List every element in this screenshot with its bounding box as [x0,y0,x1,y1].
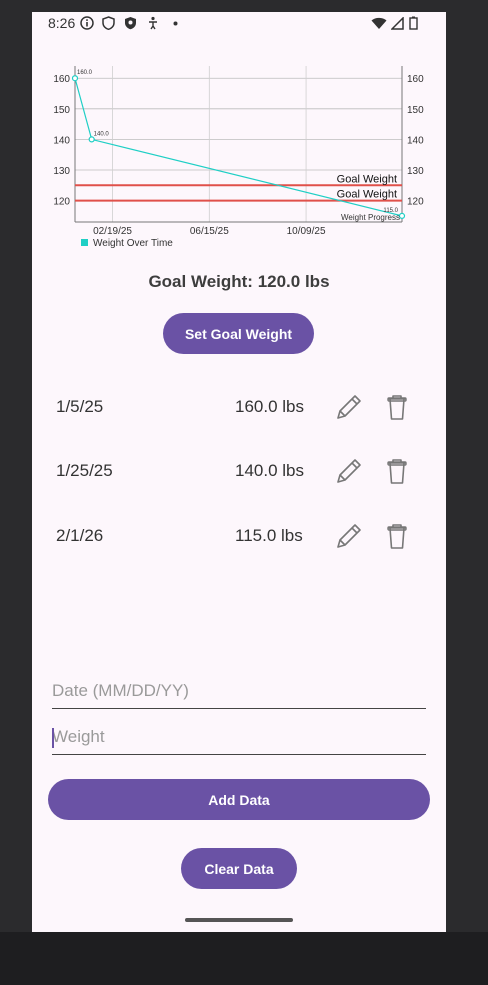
y-tick-label-right: 150 [407,105,424,116]
goal-line-label: Goal Weight [337,173,397,185]
entry-weight: 160.0 lbs [235,397,304,416]
data-label: 140.0 [94,131,110,137]
delete-icon[interactable] [384,391,410,423]
weight-input[interactable] [52,720,426,754]
battery-icon [409,16,418,30]
legend-label: Weight Over Time [93,238,173,249]
weight-field[interactable] [52,720,426,755]
dot-icon [173,21,178,26]
list-item: 1/5/25 160.0 lbs [32,387,446,427]
shield-icon [102,16,115,30]
entry-weight: 115.0 lbs [235,526,303,545]
entry-date: 1/5/25 [56,397,104,416]
signal-icon [390,16,404,30]
data-point [398,212,406,219]
delete-icon[interactable] [384,520,410,552]
clear-data-button[interactable]: Clear Data [181,848,297,889]
edit-icon[interactable] [333,391,365,423]
delete-icon[interactable] [384,455,410,487]
date-input[interactable] [52,674,426,708]
y-tick-label-left: 140 [53,135,70,146]
data-point [71,75,79,82]
edit-icon[interactable] [333,520,365,552]
y-tick-label-right: 140 [407,135,424,146]
status-time: 8:26 [48,15,76,31]
wifi-icon [371,17,387,29]
y-tick-label-left: 150 [53,105,70,116]
home-indicator[interactable] [185,918,293,922]
info-icon [80,16,94,30]
goal-weight-label: Goal Weight: 120.0 lbs [148,272,330,291]
system-background [0,932,488,985]
data-label: 160.0 [77,70,93,76]
text-cursor [52,728,54,748]
weight-chart-svg: 120 120 130 130 140 140 150 150 160 160 02/19/25 06… [53,66,424,249]
entry-weight: 140.0 lbs [235,461,304,480]
status-bar: 8:26 [32,12,446,36]
shield-filled-icon [125,17,136,30]
date-field[interactable] [52,674,426,709]
y-tick-label-left: 160 [53,74,70,85]
y-tick-label-right: 160 [407,74,424,85]
weight-chart: 120 120 130 130 140 140 150 150 160 160 02/19/25 06… [32,62,446,262]
add-data-button[interactable]: Add Data [48,779,430,820]
accessibility-icon [149,16,157,30]
status-right-icons [371,16,418,33]
goal-line-label: Goal Weight [337,189,397,201]
edit-icon[interactable] [333,455,365,487]
x-tick-label: 06/15/25 [190,226,229,237]
legend-swatch [81,239,88,246]
y-tick-label-left: 120 [53,197,70,208]
app-screen: 8:26 120 120 130 130 140 140 150 150 160… [32,12,446,932]
y-tick-label-right: 120 [407,197,424,208]
list-item: 1/25/25 140.0 lbs [32,451,446,491]
y-tick-label-right: 130 [407,166,424,177]
x-tick-label: 02/19/25 [93,226,132,237]
set-goal-weight-button[interactable]: Set Goal Weight [163,313,314,354]
entry-date: 1/25/25 [56,461,113,480]
chart-description: Weight Progress [341,213,400,222]
data-point [88,136,95,143]
entry-date: 2/1/26 [56,526,104,545]
x-tick-label: 10/09/25 [287,226,326,237]
list-item: 2/1/26 115.0 lbs [32,516,446,556]
y-tick-label-left: 130 [53,166,70,177]
